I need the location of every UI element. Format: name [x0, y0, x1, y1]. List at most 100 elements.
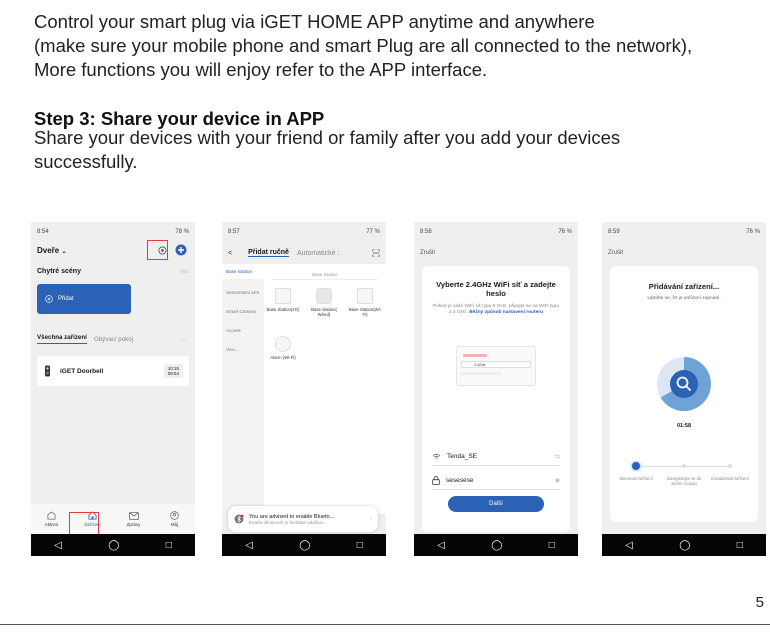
cancel-button[interactable]: Zrušit	[420, 250, 435, 256]
nav-item-profile[interactable]: Můj	[160, 511, 190, 527]
room-tabs: Všechna zařízení Obývací pokoj ···	[37, 334, 187, 344]
doorbell-icon	[45, 365, 50, 377]
step-text: Share your devices with your friend or f…	[34, 127, 621, 172]
add-device-header: < Přidat ručně Automatické :	[222, 244, 386, 262]
nav-item-active[interactable]: Aktivní	[37, 511, 67, 527]
device-card[interactable]: iGET Doorbell 10:15 08:54	[37, 356, 189, 386]
nav-label-profile: Můj	[170, 522, 179, 527]
intro-paragraph: Control your smart plug via iGET HOME AP…	[34, 10, 754, 82]
wifi-network-field[interactable]: Tenda_SE ⇆	[432, 448, 560, 466]
status-time: 8:58	[420, 229, 432, 235]
base-station-icon	[357, 288, 373, 304]
adding-card: Přidávání zařízení... Ujistěte se, že je…	[610, 266, 758, 522]
phone-screen-adding: 8:59 76 % Zrušit Přidávání zařízení... U…	[602, 222, 766, 556]
system-nav-bar: ◁ ◯ □	[414, 534, 578, 556]
tab-living-room[interactable]: Obývací pokoj	[94, 336, 133, 343]
bluetooth-title: You are advised to enable Blueto...	[249, 513, 335, 520]
adding-subtitle: Ujistěte se, že je zařízení zapnuté.	[647, 296, 721, 301]
wifi-icon	[432, 453, 441, 459]
tab-all-devices[interactable]: Všechna zařízení	[37, 334, 87, 344]
swap-icon[interactable]: ⇆	[555, 453, 560, 460]
bluetooth-prompt[interactable]: You are advised to enable Blueto... Enab…	[228, 506, 378, 532]
tab-auto-scan[interactable]: Automatické :	[297, 250, 339, 257]
add-device-icon[interactable]	[175, 244, 187, 256]
cancel-button[interactable]: Zrušit	[608, 250, 623, 256]
device-tile-wired[interactable]: Base Station( Wired)	[307, 288, 341, 317]
mail-icon	[128, 511, 139, 520]
scenes-more-link[interactable]: více	[180, 269, 189, 275]
bluetooth-subtitle: Enable Bluetooth to facilitate addition.…	[249, 519, 327, 525]
router-setup-link[interactable]: Běžný způsob nastavení routeru	[469, 310, 543, 315]
home-circle-icon[interactable]: ◯	[491, 540, 502, 551]
wifi-title: Vyberte 2.4GHz WiFi síť a zadejte heslo	[436, 280, 556, 298]
home-selector[interactable]: Dveře ⌄	[37, 246, 67, 255]
intro-line-2: (make sure your mobile phone and smart P…	[34, 35, 693, 56]
router-icon	[316, 288, 332, 304]
bottom-nav: Aktivní Zařízení Zprávy Můj	[31, 504, 195, 534]
status-time: 8:54	[37, 229, 49, 235]
home-circle-icon[interactable]: ◯	[299, 540, 310, 551]
device-name: iGET Doorbell	[60, 367, 104, 375]
device-tile-label: Base Station(Wi-Fi)	[348, 307, 382, 317]
back-triangle-icon[interactable]: ◁	[625, 540, 633, 551]
status-bar: 8:54 78 %	[31, 222, 195, 238]
device-tile-alarm[interactable]: Alarm (Wi-Fi)	[266, 336, 300, 360]
add-scene-button[interactable]: Přidat	[37, 284, 131, 314]
category-camera[interactable]: Smart Camera	[222, 304, 264, 319]
category-more[interactable]: Vice...	[222, 342, 264, 357]
scan-icon[interactable]	[372, 249, 380, 257]
back-triangle-icon[interactable]: ◁	[54, 540, 62, 551]
device-tile-4g[interactable]: Base Station(4G)	[266, 288, 300, 312]
page-number: 5	[755, 594, 764, 611]
tab-add-manually[interactable]: Přidat ručně	[248, 249, 289, 257]
wifi-network-name: Tenda_SE	[447, 453, 477, 460]
next-button[interactable]: Další	[448, 496, 544, 512]
device-tile-label: Base Station( Wired)	[311, 307, 337, 317]
system-nav-bar: ◁ ◯ □	[31, 534, 195, 556]
progress-steps: Skenovat zařízení Zaregistrujte se do sv…	[616, 462, 752, 502]
category-sidebar: Base Station Sensors&Al arm Smart Camera…	[222, 264, 264, 514]
adding-title: Přidávání zařízení...	[648, 282, 720, 291]
system-nav-bar: ◁ ◯ □	[602, 534, 766, 556]
recents-square-icon[interactable]: □	[549, 540, 555, 551]
phone-screen-home: 8:54 78 % Dveře ⌄ Chytré scény více Přid…	[31, 222, 195, 556]
tabs-more-button[interactable]: ···	[181, 336, 187, 343]
back-triangle-icon[interactable]: ◁	[437, 540, 445, 551]
wifi-password-field[interactable]: sesesese ◉	[432, 472, 560, 490]
step-dot-3	[728, 464, 732, 468]
recents-square-icon[interactable]: □	[357, 540, 363, 551]
nav-label-active: Aktivní	[44, 522, 59, 527]
step-label-init: Inicializovat zařízení	[711, 476, 749, 481]
wifi-password-value: sesesese	[446, 477, 474, 484]
chevron-down-icon: ⌄	[61, 249, 67, 255]
bluetooth-prompt-text: You are advised to enable Blueto... Enab…	[249, 514, 334, 525]
recents-square-icon[interactable]: □	[737, 540, 743, 551]
countdown-timer: 01:58	[676, 423, 692, 429]
add-scene-label: Přidat	[58, 296, 74, 302]
back-button[interactable]: <	[228, 250, 232, 257]
nav-item-messages[interactable]: Zprávy	[119, 511, 149, 527]
device-tile-wifi[interactable]: Base Station(Wi-Fi)	[348, 288, 382, 317]
status-battery: 77 %	[366, 229, 380, 235]
user-icon	[170, 511, 179, 520]
home-circle-icon[interactable]: ◯	[108, 540, 119, 551]
category-access[interactable]: Access	[222, 323, 264, 338]
router-top-bar	[463, 354, 487, 357]
status-time: 8:57	[228, 229, 240, 235]
home-circle-icon[interactable]: ◯	[679, 540, 690, 551]
home-title: Dveře	[37, 246, 60, 255]
category-sensors[interactable]: Sensors&Al arm	[222, 285, 264, 300]
device-tile-label: Base Station(4G)	[266, 307, 300, 312]
eye-icon[interactable]: ◉	[555, 477, 560, 484]
recents-square-icon[interactable]: □	[166, 540, 172, 551]
step-label-scan: Skenovat zařízení	[619, 476, 653, 481]
intro-line-1: Control your smart plug via iGET HOME AP…	[34, 11, 595, 32]
status-bar: 8:58 76 %	[414, 222, 578, 238]
step-dot-active	[632, 462, 640, 470]
router-band-row: 2.4Ghz	[461, 361, 531, 368]
category-base-station[interactable]: Base Station	[222, 264, 264, 279]
device-time-2: 08:54	[167, 371, 179, 376]
device-tile-label: Alarm (Wi-Fi)	[270, 355, 296, 360]
device-time-badge: 10:15 08:54	[163, 364, 183, 378]
back-triangle-icon[interactable]: ◁	[245, 540, 253, 551]
